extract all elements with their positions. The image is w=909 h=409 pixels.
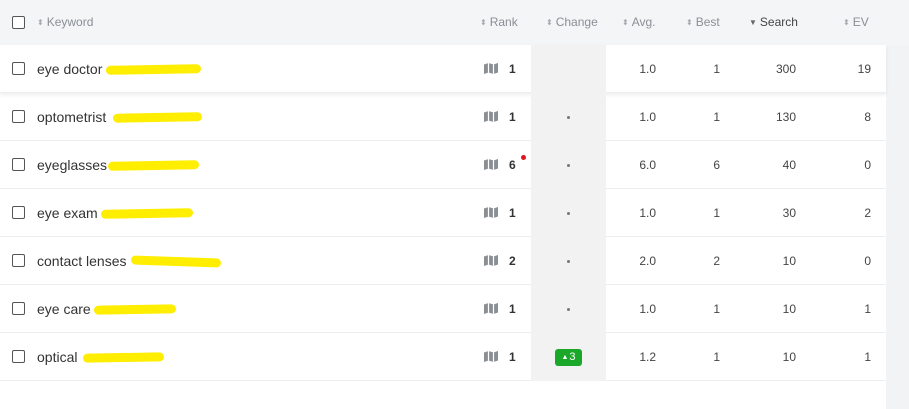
sort-desc-icon: ▼: [749, 18, 757, 27]
sort-both-icon: ⬍: [546, 18, 553, 27]
redaction-highlight: [112, 112, 203, 123]
row-checkbox[interactable]: [12, 158, 25, 171]
row-checkbox[interactable]: [12, 254, 25, 267]
no-change-dot-icon: [567, 212, 570, 215]
keyword-text[interactable]: optometrist: [37, 93, 106, 141]
keyword-text[interactable]: contact lenses: [37, 237, 127, 285]
row-checkbox[interactable]: [12, 110, 25, 123]
change-up-badge: ▲3: [555, 349, 582, 366]
search-value: 300: [775, 62, 796, 76]
avg-value: 1.0: [639, 62, 656, 76]
search-value: 130: [775, 110, 796, 124]
rank-value: 1: [509, 302, 516, 316]
avg-value: 1.0: [639, 206, 656, 220]
column-header-best[interactable]: ⬍ Best: [686, 0, 720, 45]
rank-value: 1: [509, 62, 516, 76]
keyword-rank-table: ⬍ Keyword ⬍ Rank ⬍ Change ⬍ Avg. ⬍ Best ▼ Sear…: [0, 0, 897, 409]
search-value: 10: [782, 254, 796, 268]
best-value: 1: [713, 62, 720, 76]
column-header-ev[interactable]: ⬍ EV: [843, 0, 869, 45]
row-checkbox[interactable]: [12, 206, 25, 219]
ev-value: 0: [864, 158, 871, 172]
sort-both-icon: ⬍: [480, 18, 487, 27]
search-value: 40: [782, 158, 796, 172]
avg-value: 1.0: [639, 302, 656, 316]
search-value: 10: [782, 302, 796, 316]
table-row[interactable]: eye care 1 1.0 1 10 1: [0, 285, 886, 333]
sort-both-icon: ⬍: [37, 18, 44, 27]
ev-value: 19: [857, 62, 871, 76]
best-value: 1: [713, 206, 720, 220]
column-header-avg[interactable]: ⬍ Avg.: [622, 0, 656, 45]
rank-value: 2: [509, 254, 516, 268]
row-checkbox[interactable]: [12, 302, 25, 315]
keyword-text[interactable]: optical: [37, 333, 77, 381]
no-change-dot-icon: [567, 164, 570, 167]
map-icon[interactable]: [484, 63, 498, 74]
alert-dot-icon: [521, 155, 526, 160]
no-change-dot-icon: [567, 260, 570, 263]
table-header: ⬍ Keyword ⬍ Rank ⬍ Change ⬍ Avg. ⬍ Best ▼ Sear…: [0, 0, 897, 45]
row-checkbox[interactable]: [12, 62, 25, 75]
avg-value: 1.2: [639, 350, 656, 364]
redaction-highlight: [93, 304, 177, 315]
map-icon[interactable]: [484, 255, 498, 266]
ev-value: 1: [864, 302, 871, 316]
best-value: 2: [713, 254, 720, 268]
map-icon[interactable]: [484, 159, 498, 170]
rank-value: 1: [509, 206, 516, 220]
ev-value: 0: [864, 254, 871, 268]
best-value: 1: [713, 350, 720, 364]
column-header-change[interactable]: ⬍ Change: [546, 0, 598, 45]
table-row[interactable]: optometrist 1 1.0 1 130 8: [0, 93, 886, 141]
column-header-search[interactable]: ▼ Search: [749, 0, 798, 45]
rank-value: 1: [509, 110, 516, 124]
table-row[interactable]: eyeglasses 6 6.0 6 40 0: [0, 141, 886, 189]
column-header-rank[interactable]: ⬍ Rank: [480, 0, 518, 45]
no-change-dot-icon: [567, 308, 570, 311]
sort-both-icon: ⬍: [843, 18, 850, 27]
rank-value: 6: [509, 158, 516, 172]
ev-value: 8: [864, 110, 871, 124]
sort-both-icon: ⬍: [686, 18, 693, 27]
no-change-dot-icon: [567, 116, 570, 119]
map-icon[interactable]: [484, 111, 498, 122]
search-value: 30: [782, 206, 796, 220]
keyword-text[interactable]: eye doctor: [37, 45, 102, 93]
avg-value: 1.0: [639, 110, 656, 124]
redaction-highlight: [82, 352, 165, 363]
search-value: 10: [782, 350, 796, 364]
best-value: 1: [713, 302, 720, 316]
column-header-keyword[interactable]: ⬍ Keyword: [37, 0, 93, 45]
table-row[interactable]: optical 1 ▲3 1.2 1 10 1: [0, 333, 886, 381]
redaction-highlight: [100, 208, 194, 219]
keyword-text[interactable]: eyeglasses: [37, 141, 107, 189]
keyword-text[interactable]: eye care: [37, 285, 91, 333]
redaction-highlight: [105, 64, 202, 75]
table-row[interactable]: eye doctor 1 1.0 1 300 19: [0, 45, 886, 93]
select-all-checkbox[interactable]: [12, 16, 25, 29]
table-row[interactable]: contact lenses 2 2.0 2 10 0: [0, 237, 886, 285]
best-value: 6: [713, 158, 720, 172]
table-row[interactable]: eye exam 1 1.0 1 30 2: [0, 189, 886, 237]
map-icon[interactable]: [484, 351, 498, 362]
caret-up-icon: ▲: [561, 354, 569, 361]
ev-value: 2: [864, 206, 871, 220]
rank-value: 1: [509, 350, 516, 364]
avg-value: 6.0: [639, 158, 656, 172]
redaction-highlight: [130, 255, 222, 268]
scrollbar-track[interactable]: [886, 0, 909, 409]
best-value: 1: [713, 110, 720, 124]
keyword-text[interactable]: eye exam: [37, 189, 98, 237]
sort-both-icon: ⬍: [622, 18, 629, 27]
avg-value: 2.0: [639, 254, 656, 268]
ev-value: 1: [864, 350, 871, 364]
map-icon[interactable]: [484, 207, 498, 218]
row-checkbox[interactable]: [12, 350, 25, 363]
redaction-highlight: [107, 160, 200, 171]
map-icon[interactable]: [484, 303, 498, 314]
